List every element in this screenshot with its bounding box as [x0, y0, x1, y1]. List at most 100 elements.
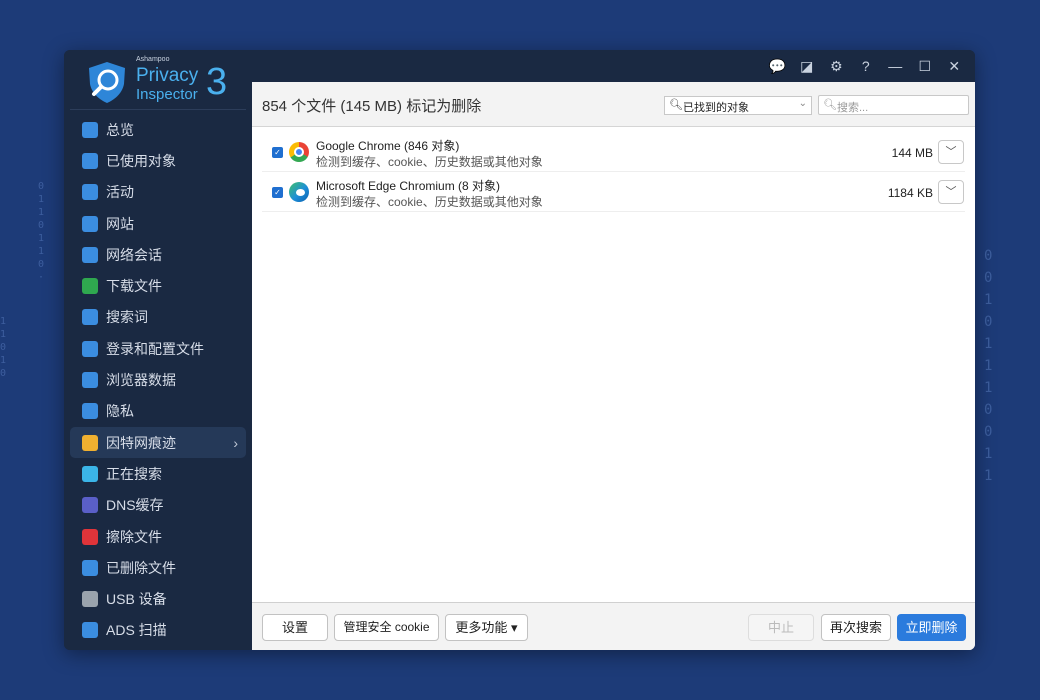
filter-value: 已找到的对象 [683, 102, 749, 114]
sidebar-item[interactable]: 隐私 [70, 396, 246, 427]
chevron-down-icon: ⌄ [798, 98, 807, 109]
settings-button[interactable]: 设置 [262, 614, 328, 641]
product-version: 3 [206, 61, 228, 103]
sidebar-item-label: 正在搜索 [106, 465, 162, 482]
eye-icon [82, 465, 98, 482]
usb-icon [82, 591, 98, 608]
result-name: Google Chrome (846 对象) [316, 139, 460, 153]
cookie-icon [82, 434, 98, 451]
sidebar-item[interactable]: 因特网痕迹 › [70, 426, 246, 459]
sidebar-item[interactable]: 正在搜索 [70, 458, 246, 489]
shield-magnifier-icon [89, 62, 125, 103]
delete-now-button[interactable]: 立即删除 [897, 614, 966, 641]
search-icon: 🔍︎ [823, 99, 837, 111]
sidebar-item-label: 网络会话 [106, 246, 162, 263]
shredder-icon [82, 528, 98, 545]
sidebar-item-label: 已使用对象 [106, 152, 176, 169]
footer-toolbar: 设置 管理安全 cookie 更多功能 ▾ 中止 再次搜索 立即删除 [252, 602, 975, 650]
sidebar-item[interactable]: 搜索词 [70, 302, 246, 333]
maximize-icon[interactable]: ☐ [910, 58, 940, 75]
results-header: 854 个文件 (145 MB) 标记为删除 🔍︎ 已找到的对象 ⌄ 🔍︎ 搜索… [252, 82, 975, 127]
row-checkbox[interactable]: ✓ [272, 187, 283, 198]
chevron-right-icon: › [233, 434, 238, 451]
magnifier-icon [82, 309, 98, 326]
document-icon [82, 152, 98, 169]
stop-button[interactable]: 中止 [748, 614, 814, 641]
sidebar-item-label: 登录和配置文件 [106, 340, 204, 357]
sidebar-item-label: ADS 扫描 [106, 622, 167, 639]
close-icon[interactable]: ✕ [940, 58, 970, 75]
sidebar-item[interactable]: 已使用对象 [70, 145, 246, 176]
privacy-shield-icon [82, 403, 98, 420]
sidebar-item-label: 活动 [106, 184, 134, 201]
sidebar-item-label: 下载文件 [106, 278, 162, 295]
settings-icon[interactable]: ⚙ [822, 58, 852, 75]
sidebar-item-label: DNS缓存 [106, 497, 164, 514]
sidebar-item-label: 搜索词 [106, 309, 148, 326]
sidebar-item[interactable]: 浏览器数据 [70, 364, 246, 395]
edge-icon [289, 182, 309, 202]
sidebar-item-label: 网站 [106, 215, 134, 232]
result-size: 1184 KB [887, 186, 933, 200]
sidebar-item-label: 总览 [106, 121, 134, 138]
sidebar-item-label: USB 设备 [106, 591, 167, 608]
product-name-line2: Inspector [136, 86, 198, 103]
www-icon [82, 215, 98, 232]
search-input[interactable]: 🔍︎ 搜索... [818, 95, 969, 115]
brand-name: Ashampoo [136, 56, 170, 63]
browser-window-icon [82, 372, 98, 389]
ads-file-icon [82, 622, 98, 639]
help-icon[interactable]: ? [851, 58, 881, 74]
manage-cookie-button[interactable]: 管理安全 cookie [334, 614, 439, 641]
sidebar-item[interactable]: 已删除文件 [70, 552, 246, 583]
product-name-line1: Privacy [136, 65, 199, 86]
filter-select[interactable]: 🔍︎ 已找到的对象 ⌄ [664, 96, 812, 115]
search-icon: 🔍︎ [669, 99, 683, 111]
row-checkbox[interactable]: ✓ [272, 147, 283, 158]
result-row-chrome[interactable]: ✓ Google Chrome (846 对象) 检测到缓存、cookie、历史… [262, 132, 965, 172]
background-binary: 0110110· [38, 181, 45, 283]
chrome-icon [289, 142, 309, 162]
sidebar-item[interactable]: 登录和配置文件 [70, 333, 246, 364]
sidebar: Ashampoo Privacy Inspector 3 总览已使用对象活动网站… [64, 50, 252, 650]
user-icon [82, 340, 98, 357]
recycle-bin-icon [82, 559, 98, 576]
expand-button[interactable]: ﹀ [938, 180, 964, 204]
app-window: Ashampoo Privacy Inspector 3 总览已使用对象活动网站… [64, 50, 975, 650]
app-logo: Ashampoo Privacy Inspector 3 [70, 50, 246, 110]
activity-chart-icon [82, 184, 98, 201]
sidebar-item-label: 擦除文件 [106, 528, 162, 545]
result-name: Microsoft Edge Chromium (8 对象) [316, 179, 501, 193]
expand-button[interactable]: ﹀ [938, 140, 964, 164]
sidebar-item-label: 已删除文件 [106, 559, 176, 576]
sidebar-item-label: 浏览器数据 [106, 372, 176, 389]
sidebar-item[interactable]: DNS缓存 [70, 490, 246, 521]
sidebar-item[interactable]: 网站 [70, 208, 246, 239]
sidebar-item[interactable]: 活动 [70, 177, 246, 208]
feedback-icon[interactable]: 💬 [763, 58, 793, 75]
result-description: 检测到缓存、cookie、历史数据或其他对象 [316, 195, 543, 209]
page-title: 854 个文件 (145 MB) 标记为删除 [262, 98, 482, 115]
rescan-button[interactable]: 再次搜索 [821, 614, 891, 641]
minimize-icon[interactable]: — [881, 58, 911, 74]
background-binary: 11010 [0, 316, 7, 379]
sidebar-item[interactable]: 总览 [70, 114, 246, 145]
sidebar-item[interactable]: USB 设备 [70, 583, 246, 614]
sidebar-item[interactable]: 网络会话 [70, 239, 246, 270]
sidebar-item-label: 隐私 [106, 403, 134, 420]
background-binary: 00101110011 [984, 248, 993, 484]
globe-cursor-icon [82, 246, 98, 263]
title-bar: 💬 ◪ ⚙? — ☐ ✕ [252, 50, 975, 82]
result-size: 144 MB [891, 146, 933, 160]
sidebar-nav: 总览已使用对象活动网站网络会话下载文件搜索词登录和配置文件 浏览器数据隐私因特网痕… [64, 110, 252, 646]
more-features-button[interactable]: 更多功能 ▾ [445, 614, 528, 641]
result-row-edge[interactable]: ✓ Microsoft Edge Chromium (8 对象) 检测到缓存、c… [262, 172, 965, 212]
skin-icon[interactable]: ◪ [792, 58, 822, 75]
search-placeholder: 搜索... [837, 102, 869, 114]
download-icon [82, 278, 98, 295]
sidebar-item[interactable]: 擦除文件 [70, 521, 246, 552]
result-description: 检测到缓存、cookie、历史数据或其他对象 [316, 155, 543, 169]
sidebar-item[interactable]: 下载文件 [70, 270, 246, 301]
monitor-icon [82, 121, 98, 138]
sidebar-item[interactable]: ADS 扫描 [70, 615, 246, 646]
